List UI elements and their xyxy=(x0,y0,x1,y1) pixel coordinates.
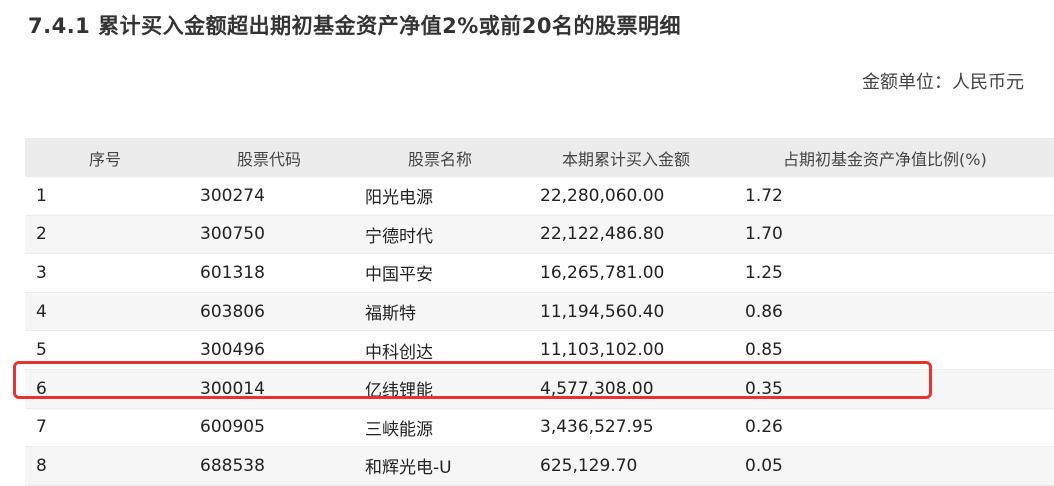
cell-code: 688538 xyxy=(200,446,365,486)
table-row: 7 600905 三峡能源 3,436,527.95 0.26 xyxy=(25,408,1054,448)
cell-code: 603806 xyxy=(200,292,365,332)
cell-amount: 22,280,060.00 xyxy=(540,177,745,216)
cell-amount: 11,103,102.00 xyxy=(540,330,745,370)
cell-name: 亿纬锂能 xyxy=(365,369,540,409)
cell-seq: 4 xyxy=(25,292,200,332)
cell-code: 601318 xyxy=(200,253,365,293)
cell-name: 三峡能源 xyxy=(365,408,540,448)
cell-amount: 22,122,486.80 xyxy=(540,215,745,255)
header-name: 股票名称 xyxy=(365,138,540,177)
cell-name: 福斯特 xyxy=(365,292,540,332)
cell-amount: 16,265,781.00 xyxy=(540,253,745,293)
cell-amount: 3,436,527.95 xyxy=(540,408,745,448)
table-row: 2 300750 宁德时代 22,122,486.80 1.70 xyxy=(25,215,1054,255)
amount-unit-label: 金额单位：人民币元 xyxy=(862,72,1024,93)
cell-ratio: 0.05 xyxy=(745,446,1054,486)
cell-amount: 11,194,560.40 xyxy=(540,292,745,332)
cell-seq: 7 xyxy=(25,408,200,448)
cell-seq: 3 xyxy=(25,253,200,293)
cell-name: 宁德时代 xyxy=(365,215,540,255)
cell-ratio: 0.26 xyxy=(745,408,1054,448)
table-row-highlighted: 6 300014 亿纬锂能 4,577,308.00 0.35 xyxy=(25,369,1054,409)
table-row: 5 300496 中科创达 11,103,102.00 0.85 xyxy=(25,330,1054,370)
table-row: 4 603806 福斯特 11,194,560.40 0.86 xyxy=(25,292,1054,332)
stock-purchase-table: 序号 股票代码 股票名称 本期累计买入金额 占期初基金资产净值比例(%) 1 3… xyxy=(25,138,1054,486)
cell-seq: 5 xyxy=(25,330,200,370)
header-code: 股票代码 xyxy=(200,138,365,177)
table-row: 1 300274 阳光电源 22,280,060.00 1.72 xyxy=(25,177,1054,216)
cell-code: 300750 xyxy=(200,215,365,255)
cell-ratio: 0.85 xyxy=(745,330,1054,370)
section-title: 7.4.1 累计买入金额超出期初基金资产净值2%或前20名的股票明细 xyxy=(28,14,681,38)
cell-ratio: 1.72 xyxy=(745,177,1054,216)
header-seq: 序号 xyxy=(25,138,200,177)
cell-code: 300014 xyxy=(200,369,365,409)
cell-seq: 8 xyxy=(25,446,200,486)
cell-amount: 4,577,308.00 xyxy=(540,369,745,409)
cell-ratio: 1.70 xyxy=(745,215,1054,255)
cell-ratio: 0.35 xyxy=(745,369,1054,409)
cell-amount: 625,129.70 xyxy=(540,446,745,486)
cell-ratio: 0.86 xyxy=(745,292,1054,332)
cell-code: 600905 xyxy=(200,408,365,448)
cell-name: 阳光电源 xyxy=(365,177,540,216)
table-row: 3 601318 中国平安 16,265,781.00 1.25 xyxy=(25,253,1054,293)
cell-seq: 1 xyxy=(25,177,200,216)
cell-ratio: 1.25 xyxy=(745,253,1054,293)
header-ratio: 占期初基金资产净值比例(%) xyxy=(745,138,1054,177)
table-header-row: 序号 股票代码 股票名称 本期累计买入金额 占期初基金资产净值比例(%) xyxy=(25,138,1054,177)
table-row: 8 688538 和辉光电-U 625,129.70 0.05 xyxy=(25,446,1054,486)
header-amount: 本期累计买入金额 xyxy=(540,138,745,177)
cell-name: 和辉光电-U xyxy=(365,446,540,486)
cell-name: 中科创达 xyxy=(365,330,540,370)
cell-code: 300274 xyxy=(200,177,365,216)
cell-seq: 2 xyxy=(25,215,200,255)
cell-name: 中国平安 xyxy=(365,253,540,293)
cell-seq: 6 xyxy=(25,369,200,409)
cell-code: 300496 xyxy=(200,330,365,370)
